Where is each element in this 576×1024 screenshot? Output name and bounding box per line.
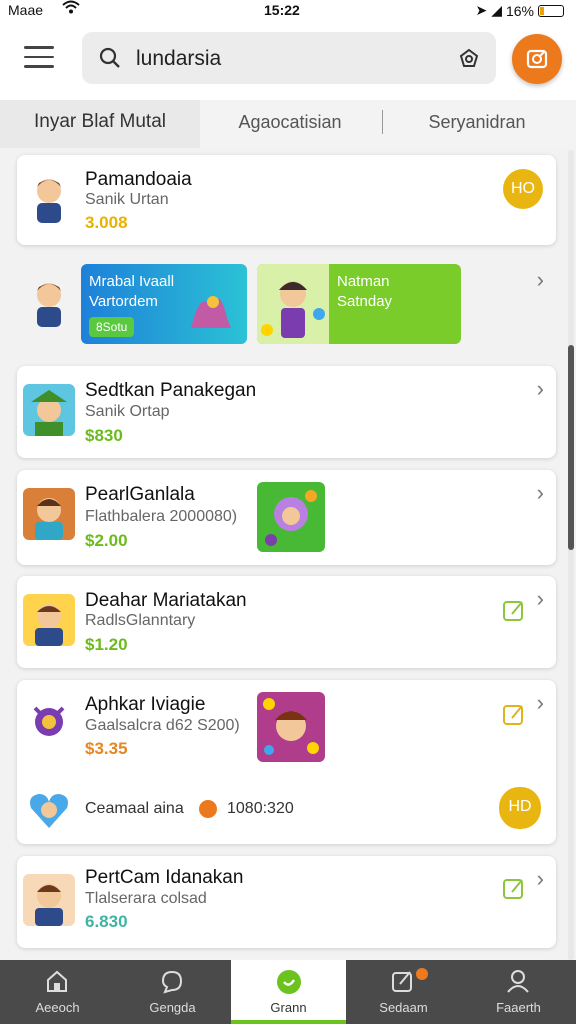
promo-banner-2[interactable]: Natman Satnday xyxy=(257,264,461,344)
battery-icon xyxy=(538,4,564,17)
hamburger-menu-icon[interactable] xyxy=(24,46,54,68)
search-input[interactable]: lundarsia xyxy=(136,47,221,71)
status-bar: Maae 15:22 ➤ ◢ 16% xyxy=(0,0,576,24)
coin-badge[interactable]: HD xyxy=(499,787,541,829)
banner-pill: 8Sotu xyxy=(89,317,135,337)
avatar xyxy=(23,696,75,748)
coin-badge[interactable]: HO xyxy=(503,169,543,209)
notification-badge xyxy=(416,968,428,980)
list-item[interactable]: PertCam Idanakan Tlalserara colsad 6.830… xyxy=(17,856,556,948)
tab-seryanidran[interactable]: Seryanidran xyxy=(384,100,570,148)
item-title: Aphkar Iviagie xyxy=(85,694,206,715)
creature-illustration xyxy=(191,296,231,328)
item-price: $3.35 xyxy=(85,739,128,758)
item-title: Deahar Mariatakan xyxy=(85,590,247,611)
app-header: lundarsia xyxy=(0,24,576,100)
promo-banner-1[interactable]: Mrabal Ivaall Vartordem 8Sotu xyxy=(81,264,247,344)
scrollbar-track[interactable] xyxy=(568,150,574,960)
nav-label: Sedaam xyxy=(379,1000,428,1015)
avatar xyxy=(23,488,75,540)
wifi-icon xyxy=(62,0,80,17)
nav-notes[interactable]: Sedaam xyxy=(346,960,461,1024)
chevron-right-icon[interactable]: › xyxy=(537,586,544,612)
clock: 15:22 xyxy=(264,2,300,18)
tab-agaocatisian[interactable]: Agaocatisian xyxy=(200,100,380,148)
nav-label: Aeeoch xyxy=(35,1000,80,1015)
tab-bar: Inyar Blaf Mutal Agaocatisian Seryanidra… xyxy=(0,100,576,148)
footer-label: Ceamaal aina xyxy=(85,800,184,817)
chat-icon xyxy=(161,970,183,994)
item-price: 6.830 xyxy=(85,912,128,931)
nav-home[interactable]: Aeeoch xyxy=(0,960,115,1024)
game-character-illustration xyxy=(257,264,329,344)
list-item[interactable]: Deahar Mariatakan RadlsGlanntary $1.20 › xyxy=(17,576,556,668)
bottom-nav: Aeeoch Gengda Grann Sedaam Faaerth xyxy=(0,960,576,1024)
chevron-right-icon[interactable]: › xyxy=(537,866,544,892)
profile-icon xyxy=(507,970,529,993)
avatar xyxy=(23,594,75,646)
carrier-label: Maae xyxy=(8,2,44,18)
edit-icon[interactable] xyxy=(502,598,526,624)
avatar xyxy=(23,171,75,223)
list-item[interactable]: Aphkar Iviagie Gaalsalcra d62 S200) $3.3… xyxy=(17,680,556,844)
item-subtitle: Gaalsalcra d62 S200) xyxy=(85,717,240,734)
settings-icon[interactable] xyxy=(456,46,482,72)
action-button[interactable] xyxy=(512,34,562,84)
list-item[interactable]: PearlGanlala Flathbalera 2000080) $2.00 … xyxy=(17,470,556,565)
tab-divider xyxy=(382,110,383,134)
game-thumbnail[interactable] xyxy=(257,482,325,552)
item-title: PearlGanlala xyxy=(85,484,195,505)
banner-title: Natman xyxy=(337,273,390,290)
item-subtitle: Flathbalera 2000080) xyxy=(85,508,238,525)
avatar xyxy=(23,384,75,436)
item-title: PertCam Idanakan xyxy=(85,867,244,888)
item-subtitle: Sanik Urtan xyxy=(85,191,169,208)
nav-chat[interactable]: Gengda xyxy=(115,960,230,1024)
signal-icon: ◢ xyxy=(491,2,502,18)
game-thumbnail[interactable] xyxy=(257,692,325,762)
item-title: Pamandoaia xyxy=(85,169,192,190)
avatar xyxy=(23,874,75,926)
tab-inyar[interactable]: Inyar Blaf Mutal xyxy=(0,100,200,148)
nav-label: Gengda xyxy=(149,1000,196,1015)
item-title: Sedtkan Panakegan xyxy=(85,380,257,401)
item-subtitle: RadlsGlanntary xyxy=(85,612,196,629)
compose-icon xyxy=(526,49,548,69)
item-price: 3.008 xyxy=(85,213,128,232)
chevron-right-icon[interactable]: › xyxy=(537,480,544,506)
item-price: $2.00 xyxy=(85,531,128,550)
notes-icon xyxy=(392,971,412,992)
nav-label: Grann xyxy=(270,1000,307,1015)
promo-row: Mrabal Ivaall Vartordem 8Sotu Natman Sat… xyxy=(17,255,556,355)
location-icon: ➤ xyxy=(475,2,488,18)
battery-percent: 16% xyxy=(505,2,534,19)
footer-value: 1080:320 xyxy=(227,800,294,817)
nav-label: Faaerth xyxy=(496,1000,541,1015)
list-item[interactable]: Sedtkan Panakegan Sanik Ortap $830 › xyxy=(17,366,556,458)
search-bar[interactable]: lundarsia xyxy=(82,32,496,84)
chevron-right-icon[interactable]: › xyxy=(537,376,544,402)
list-item[interactable]: Pamandoaia Sanik Urtan 3.008 HO xyxy=(17,155,556,245)
edit-icon[interactable] xyxy=(502,702,526,728)
item-price: $1.20 xyxy=(85,635,128,654)
banner-subtitle: Satnday xyxy=(337,293,393,310)
nav-grann[interactable]: Grann xyxy=(231,960,346,1024)
circle-icon xyxy=(277,970,301,994)
search-icon xyxy=(99,47,120,68)
nav-profile[interactable]: Faaerth xyxy=(461,960,576,1024)
item-subtitle: Sanik Ortap xyxy=(85,403,170,420)
item-price: $830 xyxy=(85,426,123,445)
avatar xyxy=(23,275,75,327)
scrollbar-thumb[interactable] xyxy=(568,345,574,550)
chevron-right-icon[interactable]: › xyxy=(537,690,544,716)
heart-avatar xyxy=(27,788,71,832)
clock-dot-icon xyxy=(199,800,217,818)
banner-subtitle: Vartordem xyxy=(89,293,158,310)
item-subtitle: Tlalserara colsad xyxy=(85,890,207,907)
chevron-right-icon[interactable]: › xyxy=(537,267,544,293)
banner-title: Mrabal Ivaall xyxy=(89,273,175,290)
home-icon xyxy=(47,970,67,992)
edit-icon[interactable] xyxy=(502,876,526,902)
